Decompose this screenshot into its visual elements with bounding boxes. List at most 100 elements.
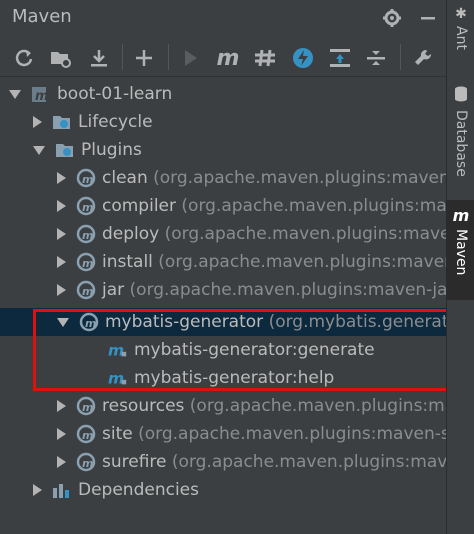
plugin-icon: m [76,196,96,216]
expand-arrow-icon[interactable] [57,317,69,327]
expand-arrow-icon[interactable] [33,484,42,496]
tree-row-plugins[interactable]: Plugins [0,136,446,164]
ant-icon: ✱ [455,6,467,22]
goal-label: mybatis-generator:generate [134,340,375,360]
tree-row-plugin[interactable]: m deploy (org.apache.maven.plugins:mave [0,220,446,248]
expand-arrow-icon[interactable] [57,172,66,184]
right-tool-strip: ✱ Ant Database m Maven [446,0,474,534]
skip-tests-icon[interactable] [290,45,316,71]
collapse-all-icon[interactable] [363,45,389,71]
expand-arrow-icon[interactable] [33,116,42,128]
svg-text:m: m [108,369,124,387]
plugin-name: site [102,424,133,444]
add-icon[interactable] [131,45,157,71]
project-name: boot-01-learn [57,84,173,104]
plugin-icon: m [76,424,96,444]
expand-arrow-icon[interactable] [57,200,66,212]
plugin-name: clean [102,168,148,188]
panel-header: Maven [0,0,446,38]
plugin-coordinates: (org.apache.maven.plugins:mave [164,224,446,244]
svg-text:m: m [82,401,93,414]
svg-text:m: m [82,429,93,442]
folder-gear-icon [52,112,72,132]
tree-row-plugin[interactable]: m jar (org.apache.maven.plugins:maven-ja… [0,276,446,304]
dependencies-label: Dependencies [78,480,199,500]
tree-row-plugin[interactable]: m clean (org.apache.maven.plugins:maven-… [0,164,446,192]
reload-icon[interactable] [11,45,37,71]
plugin-icon: m [76,396,96,416]
tree-row-project[interactable]: m boot-01-learn [0,80,446,108]
expand-arrow-icon[interactable] [57,284,66,296]
plugin-name: resources [102,396,185,416]
tree-row-dependencies[interactable]: Dependencies [0,476,446,504]
svg-text:m: m [85,317,96,330]
folder-gear-icon [55,140,75,160]
minimize-icon[interactable] [416,6,440,30]
expand-arrow-icon[interactable] [9,89,21,99]
plugin-name: install [102,252,153,272]
plugin-icon: m [76,280,96,300]
goal-label: mybatis-generator:help [134,368,335,388]
tab-maven-label: Maven [453,229,469,276]
expand-arrow-icon[interactable] [57,456,66,468]
plugin-icon: m [76,452,96,472]
svg-text:m: m [82,285,93,298]
plugin-icon: m [79,312,99,332]
database-icon [454,86,468,106]
plugin-icon: m [76,224,96,244]
toggle-offline-icon[interactable] [252,45,278,71]
tree-row-plugin[interactable]: m install (org.apache.maven.plugins:mave… [0,248,446,276]
svg-text:m: m [82,173,93,186]
run-icon[interactable] [178,45,204,71]
tree-row-plugin[interactable]: m surefire (org.apache.maven.plugins:mav… [0,448,446,476]
plugin-name: mybatis-generator [105,312,264,332]
lifecycle-label: Lifecycle [78,112,153,132]
expand-arrow-icon[interactable] [57,228,66,240]
plugin-icon: m [76,252,96,272]
tree-row-goal[interactable]: m mybatis-generator:help [0,364,446,392]
plugin-coordinates: (org.apache.maven.plugins:maven-jar- [129,280,446,300]
tree-row-plugin-selected[interactable]: m mybatis-generator (org.mybatis.generat… [0,308,446,336]
download-icon[interactable] [86,45,112,71]
plugin-coordinates: (org.apache.maven.plugins:maven-sit [138,424,446,444]
plugin-name: surefire [102,452,167,472]
plugin-name: jar [102,280,125,300]
tab-ant-label: Ant [453,26,469,50]
svg-text:m: m [82,257,93,270]
tab-database-label: Database [453,110,469,177]
svg-text:m: m [108,341,124,359]
plugin-name: deploy [102,224,160,244]
expand-arrow-icon[interactable] [33,145,45,155]
plugin-coordinates: (org.mybatis.generato [268,312,446,332]
plugin-icon: m [76,168,96,188]
expand-arrow-icon[interactable] [57,400,66,412]
plugin-coordinates: (org.apache.maven.plugins:maven- [158,252,446,272]
tree-row-lifecycle[interactable]: Lifecycle [0,108,446,136]
expand-arrow-icon[interactable] [57,256,66,268]
expand-arrow-icon[interactable] [57,428,66,440]
maven-goal-icon: m [108,340,128,360]
show-dependencies-icon[interactable] [327,45,353,71]
gear-icon[interactable] [380,6,404,30]
svg-text:m: m [35,89,49,104]
tree-row-plugin[interactable]: m compiler (org.apache.maven.plugins:mav… [0,192,446,220]
maven-toolbar: m [0,38,446,77]
plugin-name: compiler [102,196,176,216]
tab-ant[interactable]: ✱ Ant [447,6,474,50]
tree-row-plugin[interactable]: m resources (org.apache.maven.plugins:ma… [0,392,446,420]
wrench-icon[interactable] [410,45,436,71]
tab-maven[interactable]: m Maven [447,200,474,300]
plugins-label: Plugins [81,140,142,160]
maven-tool-window: Maven m m boot-01-learn Lifecycle Plugin… [0,0,446,534]
plugin-coordinates: (org.apache.maven.plugins:mave [181,196,446,216]
tree-row-goal[interactable]: m mybatis-generator:generate [0,336,446,364]
plugin-coordinates: (org.apache.maven.plugins:maven-c [153,168,446,188]
maven-project-icon: m [31,84,51,104]
tree-row-plugin[interactable]: m site (org.apache.maven.plugins:maven-s… [0,420,446,448]
generate-sources-icon[interactable] [48,45,74,71]
tab-database[interactable]: Database [447,86,474,177]
execute-goal-icon[interactable]: m [215,45,241,71]
plugin-coordinates: (org.apache.maven.plugins:mave [189,396,446,416]
plugin-coordinates: (org.apache.maven.plugins:mave [171,452,446,472]
svg-text:m: m [82,229,93,242]
